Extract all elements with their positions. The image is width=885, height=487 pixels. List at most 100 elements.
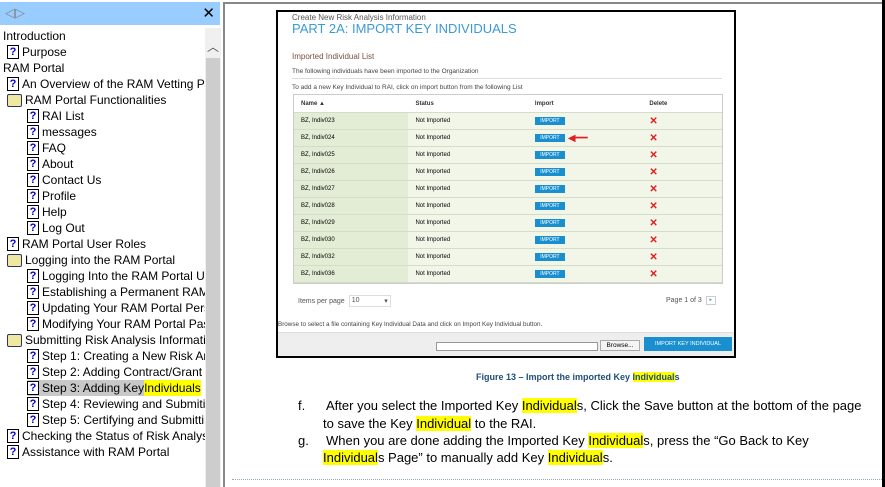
- step-g-line2: Individuals Page” to manually add Key In…: [323, 450, 613, 465]
- toc-item-label: RAM Portal: [3, 61, 65, 75]
- import-button[interactable]: IMPORT: [534, 202, 565, 210]
- toc-item[interactable]: ?Checking the Status of Risk Analysis In: [7, 428, 205, 444]
- delete-icon[interactable]: ✕: [649, 184, 657, 195]
- import-button[interactable]: IMPORT: [534, 168, 565, 176]
- toc-item[interactable]: ? Help: [27, 204, 67, 220]
- figure-instruction: To add a new Key Individual to RAI, clic…: [292, 84, 523, 91]
- toc-item-label: An Overview of the RAM Vetting Proce: [22, 77, 205, 91]
- import-button[interactable]: IMPORT: [534, 219, 565, 227]
- toc-item[interactable]: Logging into the RAM Portal: [7, 252, 175, 268]
- toc-item-label: Step 2: Adding Contract/Grant Info: [42, 365, 205, 379]
- import-button[interactable]: IMPORT: [534, 117, 565, 125]
- toc-item[interactable]: ? Profile: [27, 188, 76, 204]
- open-book-icon: [7, 93, 22, 107]
- toc-item-label: Help: [42, 205, 67, 219]
- help-topic-icon: ?: [7, 77, 19, 91]
- browse-button[interactable]: Browse...: [600, 340, 640, 351]
- back-forward-icon[interactable]: ◁▷: [5, 5, 25, 21]
- toc-item[interactable]: ?Step 1: Creating a New Risk Anayl: [27, 348, 205, 364]
- figure-intro: The following individuals have been impo…: [292, 68, 479, 75]
- file-path-input[interactable]: [436, 342, 598, 351]
- help-topic-icon: ?: [27, 125, 39, 139]
- import-button[interactable]: IMPORT: [534, 236, 565, 244]
- toc-item-label: Step 5: Certifying and Submitting F: [42, 413, 205, 427]
- import-button[interactable]: IMPORT: [534, 185, 565, 193]
- toc-item-label: FAQ: [42, 141, 67, 155]
- delete-icon[interactable]: ✕: [649, 269, 657, 280]
- toc-item[interactable]: ? Purpose: [7, 44, 67, 60]
- delete-icon[interactable]: ✕: [649, 252, 657, 263]
- delete-icon[interactable]: ✕: [649, 235, 657, 246]
- table-row: BZ, Indiv030 Not Imported IMPORT ✕: [294, 232, 722, 249]
- import-button[interactable]: IMPORT: [534, 253, 565, 261]
- toc-item-label: RAM Portal Functionalities: [25, 93, 167, 107]
- toc-item-label: Logging Into the RAM Portal Using: [42, 269, 205, 283]
- delete-icon[interactable]: ✕: [649, 116, 657, 127]
- close-icon[interactable]: ✕: [202, 4, 215, 22]
- help-topic-icon: ?: [27, 381, 39, 395]
- row-name: BZ, Indiv023: [294, 113, 409, 129]
- next-page-button[interactable]: ▸: [705, 296, 716, 305]
- toc-item-label: Submitting Risk Analysis Information (F: [25, 333, 205, 347]
- delete-icon[interactable]: ✕: [649, 201, 657, 212]
- step-g-line1: When you are done adding the Imported Ke…: [326, 433, 809, 448]
- import-button[interactable]: IMPORT: [534, 151, 565, 159]
- toc-scrollbar[interactable]: ︿: [205, 28, 221, 487]
- toc-item[interactable]: ? About: [27, 156, 73, 172]
- toc-item[interactable]: ?Step 2: Adding Contract/Grant Info: [27, 364, 205, 380]
- delete-icon[interactable]: ✕: [649, 133, 657, 144]
- items-per-page-select[interactable]: 10 ▾: [348, 295, 391, 307]
- toc-item[interactable]: ?Modifying Your RAM Portal Passw: [27, 316, 205, 332]
- toc-item[interactable]: ? Step 3: Adding Key Individuals: [27, 380, 201, 396]
- row-status: Not Imported: [415, 237, 451, 243]
- import-button[interactable]: IMPORT: [534, 270, 565, 278]
- help-topic-icon: ?: [27, 205, 39, 219]
- table-row: BZ, Indiv029 Not Imported IMPORT ✕: [294, 215, 722, 232]
- scroll-up-icon[interactable]: ︿: [207, 38, 219, 55]
- import-button[interactable]: IMPORT: [534, 134, 565, 142]
- row-name: BZ, Indiv032: [294, 249, 409, 265]
- toc-item[interactable]: Introduction: [3, 28, 66, 44]
- row-name: BZ, Indiv036: [294, 266, 409, 282]
- help-topic-icon: ?: [27, 157, 39, 171]
- toc-item[interactable]: ?Logging Into the RAM Portal Using: [27, 268, 205, 284]
- toc-item-label: Establishing a Permanent RAM Po: [42, 285, 205, 299]
- toc-tree: Introduction? Purpose RAM Portal? An Overvi…: [0, 28, 205, 487]
- toc-item[interactable]: ? RAI List: [27, 108, 84, 124]
- row-name: BZ, Indiv025: [294, 147, 409, 163]
- row-status: Not Imported: [415, 152, 451, 158]
- toc-item[interactable]: ?Step 4: Reviewing and Submiting F: [27, 396, 205, 412]
- col-name[interactable]: Name ▲: [294, 95, 409, 112]
- scroll-thumb[interactable]: [206, 58, 220, 487]
- toc-item[interactable]: ?Step 5: Certifying and Submitting F: [27, 412, 205, 428]
- toc-item[interactable]: Submitting Risk Analysis Information (F: [7, 332, 205, 348]
- delete-icon[interactable]: ✕: [649, 218, 657, 229]
- table-row: BZ, Indiv028 Not Imported IMPORT ✕: [294, 198, 722, 215]
- toc-item[interactable]: ?An Overview of the RAM Vetting Proce: [7, 76, 205, 92]
- toc-item-label: Assistance with RAM Portal: [22, 445, 170, 459]
- help-topic-icon: ?: [7, 45, 19, 59]
- table-row: BZ, Indiv032 Not Imported IMPORT ✕: [294, 249, 722, 266]
- row-status: Not Imported: [415, 118, 451, 124]
- toc-item[interactable]: ? Contact Us: [27, 172, 101, 188]
- page-info: Page 1 of 3: [666, 297, 702, 304]
- help-topic-icon: ?: [27, 301, 39, 315]
- import-key-individual-button[interactable]: IMPORT KEY INDIVIDUAL: [644, 337, 732, 351]
- toc-item[interactable]: ?Updating Your RAM Portal Person: [27, 300, 205, 316]
- row-name: BZ, Indiv030: [294, 232, 409, 248]
- toc-item-label: Purpose: [22, 45, 67, 59]
- delete-icon[interactable]: ✕: [649, 167, 657, 178]
- toc-item[interactable]: RAM Portal Functionalities: [7, 92, 166, 108]
- toc-item[interactable]: ? FAQ: [27, 140, 66, 156]
- toc-item[interactable]: ? Assistance with RAM Portal: [7, 444, 169, 460]
- toc-item[interactable]: ? Log Out: [27, 220, 85, 236]
- toc-item[interactable]: ? RAM Portal User Roles: [7, 236, 146, 252]
- delete-icon[interactable]: ✕: [649, 150, 657, 161]
- row-name: BZ, Indiv026: [294, 164, 409, 180]
- toc-item[interactable]: ? messages: [27, 124, 97, 140]
- table-row: BZ, Indiv025 Not Imported IMPORT ✕: [294, 147, 722, 164]
- step-f-line1: After you select the Imported Key Indivi…: [326, 398, 862, 413]
- toc-item[interactable]: ?Establishing a Permanent RAM Po: [27, 284, 205, 300]
- toc-item[interactable]: RAM Portal: [3, 60, 64, 76]
- page-break-line: [232, 479, 882, 480]
